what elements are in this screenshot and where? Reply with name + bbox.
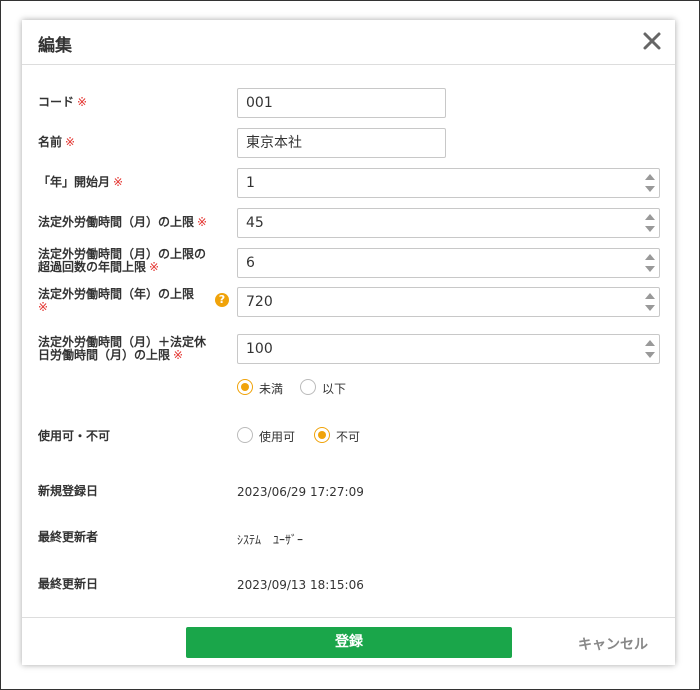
name-label: 名前 ※ [38, 136, 75, 149]
required-mark: ※ [65, 135, 76, 149]
start-month-input[interactable]: 1 [237, 168, 660, 198]
exceed-count-value: 6 [246, 255, 255, 271]
combined-limit-value: 100 [246, 341, 273, 357]
dialog-title: 編集 [38, 36, 72, 56]
combined-limit-label: 法定外労働時間（月）＋法定休 日労働時間（月）の上限 ※ [38, 336, 206, 362]
save-button[interactable]: 登録 [186, 627, 512, 658]
cancel-button[interactable]: キャンセル [578, 634, 648, 654]
name-input[interactable]: 東京本社 [237, 128, 446, 158]
dialog-footer: 登録 キャンセル [22, 617, 675, 666]
radio-checked-icon [237, 379, 253, 395]
required-mark: ※ [149, 260, 160, 274]
required-mark: ※ [77, 95, 88, 109]
code-input[interactable]: 001 [237, 88, 446, 118]
exceed-count-label: 法定外労働時間（月）の上限の 超過回数の年間上限 ※ [38, 248, 206, 274]
updated-date-label: 最終更新日 [38, 577, 99, 591]
start-month-label-text: 「年」開始月 [38, 175, 111, 189]
radio-unchecked-icon [300, 379, 316, 395]
exceed-count-label-line2: 超過回数の年間上限 [38, 260, 147, 274]
monthly-limit-value: 45 [246, 215, 264, 231]
name-label-text: 名前 [38, 135, 63, 149]
start-month-value: 1 [246, 175, 255, 191]
monthly-limit-label: 法定外労働時間（月）の上限 ※ [38, 216, 207, 229]
number-spinner[interactable] [645, 253, 655, 273]
number-spinner[interactable] [645, 339, 655, 359]
yearly-limit-label-text: 法定外労働時間（年）の上限 [38, 287, 195, 301]
monthly-limit-input[interactable]: 45 [237, 208, 660, 238]
required-mark: ※ [113, 175, 124, 189]
required-mark: ※ [38, 300, 49, 314]
updated-by-label: 最終更新者 [38, 530, 99, 544]
code-label: コード ※ [38, 96, 87, 109]
radio-unchecked-icon [237, 427, 253, 443]
help-icon[interactable]: ? [215, 293, 229, 307]
yearly-limit-input[interactable]: 720 [237, 287, 660, 317]
updated-by-value: ｼｽﾃﾑ ﾕｰｻﾞｰ [237, 533, 304, 547]
created-date-label: 新規登録日 [38, 484, 99, 498]
radio-less-than-label: 未満 [259, 382, 284, 396]
combined-limit-input[interactable]: 100 [237, 334, 660, 364]
close-icon [643, 32, 661, 50]
code-label-text: コード [38, 95, 75, 109]
number-spinner[interactable] [645, 213, 655, 233]
monthly-limit-label-text: 法定外労働時間（月）の上限 [38, 215, 195, 229]
exceed-count-input[interactable]: 6 [237, 248, 660, 278]
updated-date-value: 2023/09/13 18:15:06 [237, 578, 364, 592]
number-spinner[interactable] [645, 292, 655, 312]
combined-limit-label-line2: 日労働時間（月）の上限 [38, 348, 171, 362]
radio-checked-icon [314, 427, 330, 443]
radio-or-less-label: 以下 [322, 382, 347, 396]
number-spinner[interactable] [645, 173, 655, 193]
edit-dialog: 編集 コード ※ 001 名前 ※ 東京本社 「年」開始月 ※ 1 法定外労働時間（月… [22, 20, 675, 665]
radio-unavailable-label: 不可 [336, 430, 361, 444]
yearly-limit-value: 720 [246, 294, 273, 310]
required-mark: ※ [197, 215, 208, 229]
availability-label: 使用可・不可 [38, 429, 111, 443]
radio-available-label: 使用可 [259, 430, 296, 444]
required-mark: ※ [173, 348, 184, 362]
start-month-label: 「年」開始月 ※ [38, 176, 123, 189]
close-button[interactable] [641, 30, 663, 52]
created-date-value: 2023/06/29 17:27:09 [237, 485, 364, 499]
dialog-header: 編集 [22, 20, 675, 65]
yearly-limit-label: 法定外労働時間（年）の上限 ※ [38, 288, 194, 314]
